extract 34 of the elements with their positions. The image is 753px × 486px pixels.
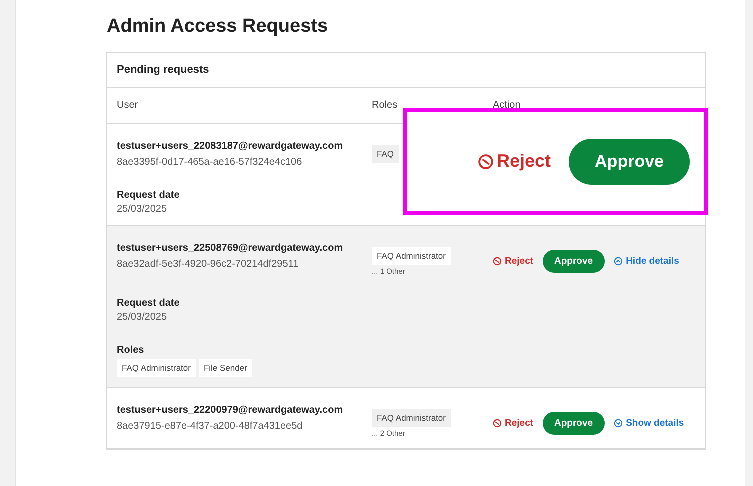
- approve-button[interactable]: Approve: [569, 138, 690, 184]
- user-email: testuser+users_22508769@rewardgateway.com: [117, 242, 344, 256]
- approve-button[interactable]: Approve: [542, 412, 606, 435]
- chevron-circle-icon: [614, 257, 624, 266]
- role-tag: FAQ Administrator: [372, 409, 451, 427]
- card-title: Pending requests: [117, 64, 210, 76]
- reject-icon: [493, 419, 502, 428]
- request-date: 25/03/2025: [117, 204, 168, 215]
- reject-button[interactable]: Reject: [493, 256, 534, 267]
- reject-button[interactable]: Reject: [493, 418, 534, 429]
- reject-icon: [493, 257, 502, 266]
- column-header: User: [117, 100, 140, 111]
- chevron-circle-icon: [614, 419, 624, 428]
- request-date: 25/03/2025: [117, 312, 168, 323]
- approve-button[interactable]: Approve: [542, 250, 606, 273]
- details-toggle[interactable]: Show details: [614, 418, 684, 429]
- request-date-label: Request date: [117, 298, 181, 309]
- column-header: Action: [493, 100, 522, 111]
- role-tag: FAQ Administrator: [117, 359, 196, 377]
- user-email: testuser+users_22200979@rewardgateway.com: [117, 404, 344, 418]
- page-title: Admin Access Requests: [107, 16, 330, 38]
- user-id: 8ae3395f-0d17-465a-ae16-57f324e4c106: [117, 157, 304, 168]
- details-toggle[interactable]: Hide details: [614, 256, 680, 267]
- column-header: Roles: [372, 100, 399, 111]
- user-id: 8ae37915-e87e-4f37-a200-48f7a431ee5d: [117, 421, 304, 432]
- role-tag: FAQ Administrator: [372, 247, 451, 265]
- reject-icon: [478, 154, 494, 170]
- request-date-label: Request date: [117, 190, 181, 201]
- user-email: testuser+users_22083187@rewardgateway.com: [117, 140, 344, 154]
- reject-button[interactable]: Reject: [478, 151, 552, 172]
- role-tag: File Sender: [198, 359, 252, 377]
- role-tag: FAQ: [372, 145, 400, 163]
- roles-label: Roles: [117, 345, 146, 356]
- user-id: 8ae32adf-5e3f-4920-96c2-70214df29511: [117, 259, 300, 270]
